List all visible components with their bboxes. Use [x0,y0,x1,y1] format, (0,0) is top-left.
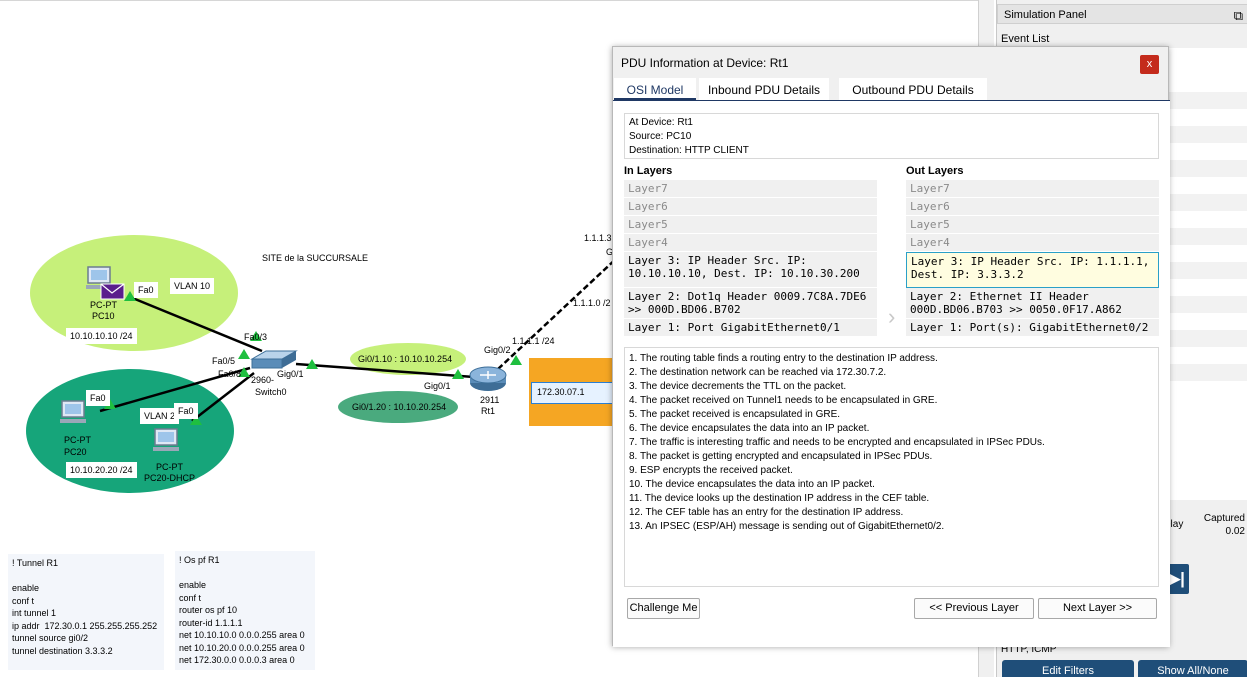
pc20-name1: PC-PT [64,435,91,445]
link-router-wan [497,256,619,370]
site-label: SITE de la SUCCURSALE [262,253,369,263]
tab-inbound-pdu[interactable]: Inbound PDU Details [699,78,829,100]
port-led [452,369,464,379]
in-layer-5[interactable]: Layer5 [624,216,877,234]
pc10-port: Fa0 [134,282,158,298]
pc20dhcp-port: Fa0 [174,403,198,419]
pc10-name1: PC-PT [90,300,117,310]
wan-ip-2: 1.1.1.0 /2 [573,298,611,308]
switch-name2: Switch0 [255,387,287,397]
dialog-tabs: OSI Model Inbound PDU Details Outbound P… [613,78,1170,100]
challenge-me-button[interactable]: Challenge Me [627,598,700,619]
step-item: 6. The device encapsulates the data into… [629,423,870,434]
step-item: 8. The packet is getting encrypted and e… [629,451,933,462]
switch-name1: 2960- [251,375,275,385]
pc20-ip: 10.10.20.20 /24 [66,462,137,478]
tunnel-link-bar: 172.30.07.1 [529,358,613,426]
note-tunnel-config[interactable]: ! Tunnel R1 enable conf t int tunnel 1 i… [8,554,164,670]
close-icon[interactable]: x [1140,55,1159,74]
out-layer-1[interactable]: Layer 1: Port(s): GigabitEthernet0/2 [906,319,1159,337]
next-layer-button[interactable]: Next Layer >> [1038,598,1157,619]
step-item: 5. The packet received is encapsulated i… [629,409,841,420]
step-item: 9. ESP encrypts the received packet. [629,465,793,476]
step-item: 4. The packet received on Tunnel1 needs … [629,395,938,406]
out-layer-4[interactable]: Layer4 [906,234,1159,252]
step-item: 10. The device encapsulates the data int… [629,479,875,490]
in-layer-1[interactable]: Layer 1: Port GigabitEthernet0/1 [624,319,877,337]
in-layers-title: In Layers [624,165,673,177]
wan-ip-1: 1.1.1.1 /24 [512,336,555,346]
out-layer-5[interactable]: Layer5 [906,216,1159,234]
pc20dhcp-name1: PC-PT [156,462,183,472]
at-device: At Device: Rt1 [629,117,693,128]
router-icon [469,366,507,391]
tunnel-ip: 172.30.07.1 [531,382,613,404]
router-g01: Gig0/1 [424,381,451,391]
step-item: 7. The traffic is interesting traffic an… [629,437,1045,448]
show-all-none-button[interactable]: Show All/None [1138,660,1247,677]
envelope-icon [100,283,125,300]
note-ospf-config[interactable]: ! Os pf R1 enable conf t router os pf 10… [175,551,315,670]
chevron-right-icon: › [888,304,896,329]
pc20-icon [60,400,86,423]
simulation-panel-header: Simulation Panel ⧉ [997,4,1247,24]
simulation-panel-title: Simulation Panel [1004,9,1087,21]
captured-value: 0.02 [1225,526,1245,537]
switch-port-fa05: Fa0/5 [212,356,236,366]
tab-outbound-pdu[interactable]: Outbound PDU Details [839,78,987,100]
restore-icon[interactable]: ⧉ [1234,8,1243,24]
source: Source: PC10 [629,131,692,142]
previous-layer-button[interactable]: << Previous Layer [914,598,1034,619]
captured-header: Captured [1203,513,1245,524]
switch-uplink: Gig0/1 [277,369,304,379]
dialog-body: At Device: Rt1 Source: PC10 Destination:… [613,100,1170,647]
out-layers-title: Out Layers [906,165,964,177]
router-name2: Rt1 [481,406,496,416]
switch-port-fa03: Fa0/3 [244,332,268,342]
event-list-label: Event List [1001,33,1050,45]
pc10-name2: PC10 [92,311,115,321]
captured-column: Captured 0.02 [1204,512,1245,538]
in-layer-3[interactable]: Layer 3: IP Header Src. IP: 10.10.10.10,… [624,252,877,288]
pc20dhcp-name2: PC20-DHCP [144,473,196,483]
dialog-title: PDU Information at Device: Rt1 [621,56,789,70]
step-item: 13. An IPSEC (ESP/AH) message is sending… [629,521,945,532]
subif20-label: Gi0/1.20 : 10.10.20.254 [352,402,447,412]
step-item: 2. The destination network can be reache… [629,367,887,378]
step-item: 11. The device looks up the destination … [629,493,930,504]
step-item: 1. The routing table finds a routing ent… [629,353,938,364]
pdu-information-dialog: PDU Information at Device: Rt1 x OSI Mod… [612,46,1170,647]
pc20-name2: PC20 [64,447,87,457]
out-layer-3[interactable]: Layer 3: IP Header Src. IP: 1.1.1.1, Des… [906,252,1159,288]
tab-osi-model[interactable]: OSI Model [614,78,696,100]
in-layer-6[interactable]: Layer6 [624,198,877,216]
pc20dhcp-icon [153,428,179,451]
in-layers-column: Layer7 Layer6 Layer5 Layer4 Layer 3: IP … [624,180,877,337]
out-layer-2[interactable]: Layer 2: Ethernet II Header 000D.BD06.B7… [906,288,1159,319]
switch-icon [250,350,298,369]
vlan10-label: VLAN 10 [170,278,215,294]
port-led [238,349,250,359]
out-layer-7[interactable]: Layer7 [906,180,1159,198]
in-layer-4[interactable]: Layer4 [624,234,877,252]
switch-port-fa08: Fa0/8 [218,369,242,379]
router-g02: Gig0/2 [484,345,511,355]
step-item: 12. The CEF table has an entry for the d… [629,507,904,518]
wan-ip-3: 1.1.1.3 [584,233,612,243]
layer-details-steps: 1. The routing table finds a routing ent… [624,347,1159,587]
in-layer-2[interactable]: Layer 2: Dot1q Header 0009.7C8A.7DE6 >> … [624,288,877,319]
device-info-box: At Device: Rt1 Source: PC10 Destination:… [624,113,1159,159]
out-layer-6[interactable]: Layer6 [906,198,1159,216]
pc10-ip: 10.10.10.10 /24 [66,328,137,344]
pc20-port: Fa0 [86,390,110,406]
edit-filters-button[interactable]: Edit Filters [1002,660,1134,677]
in-layer-7[interactable]: Layer7 [624,180,877,198]
router-name1: 2911 [480,395,500,405]
out-layers-column: Layer7 Layer6 Layer5 Layer4 Layer 3: IP … [906,180,1159,337]
step-item: 3. The device decrements the TTL on the … [629,381,847,392]
subif10-label: Gi0/1.10 : 10.10.10.254 [358,354,453,364]
destination: Destination: HTTP CLIENT [629,145,749,156]
